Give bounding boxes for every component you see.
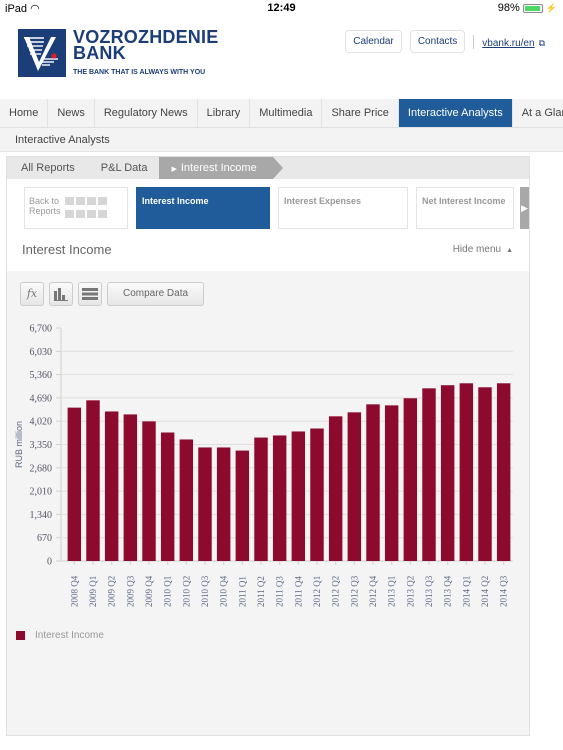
bar bbox=[216, 447, 231, 561]
nav-at-a-glance[interactable]: At a Glance bbox=[513, 99, 563, 127]
bar bbox=[459, 383, 474, 561]
bar bbox=[328, 416, 343, 561]
x-tick-label: 2014 Q2 bbox=[480, 576, 490, 607]
x-tick-label: 2009 Q2 bbox=[107, 576, 117, 607]
nav-news[interactable]: News bbox=[48, 99, 95, 127]
bar bbox=[440, 385, 455, 561]
divider bbox=[473, 34, 475, 49]
bar bbox=[67, 407, 82, 561]
nav-library[interactable]: Library bbox=[198, 99, 251, 127]
y-tick-label: 5,360 bbox=[30, 370, 53, 381]
bar bbox=[254, 437, 268, 561]
bar-chart: 0 670 1,340 2,010 2,680 3,350 4,020 4,690 5,360 6… bbox=[14, 324, 513, 607]
bar bbox=[104, 411, 119, 561]
brand-line-2: BANK bbox=[73, 43, 126, 63]
x-tick-label: 2010 Q3 bbox=[200, 575, 210, 607]
site-link-wrap[interactable]: vbank.ru/en ⧉ bbox=[482, 33, 545, 51]
y-tick-label: 1,340 bbox=[30, 510, 53, 521]
top-links: Calendar Contacts vbank.ru/en ⧉ bbox=[345, 30, 545, 53]
chart-legend: Interest Income bbox=[16, 630, 104, 641]
bar bbox=[272, 435, 287, 561]
y-tick-label: 670 bbox=[37, 533, 52, 544]
y-axis-label: RUB million bbox=[14, 421, 24, 468]
y-tick-label: 2,010 bbox=[30, 487, 53, 498]
bar bbox=[496, 383, 511, 561]
bar bbox=[478, 387, 492, 561]
bar bbox=[179, 439, 194, 561]
nav-regulatory-news[interactable]: Regulatory News bbox=[95, 99, 198, 127]
bar bbox=[142, 421, 156, 561]
y-tick-label: 6,700 bbox=[30, 324, 53, 335]
x-tick-label: 2009 Q1 bbox=[88, 576, 98, 607]
bar bbox=[123, 414, 138, 561]
nav-share-price[interactable]: Share Price bbox=[322, 99, 399, 127]
x-tick-label: 2012 Q2 bbox=[331, 576, 341, 607]
contacts-button[interactable]: Contacts bbox=[409, 30, 466, 53]
battery-percent: 98% bbox=[497, 2, 520, 14]
bar bbox=[291, 431, 306, 561]
clock: 12:49 bbox=[267, 2, 296, 14]
bar bbox=[384, 405, 399, 561]
nav-interactive-analysts[interactable]: Interactive Analysts bbox=[398, 99, 513, 127]
y-tick-label: 4,020 bbox=[30, 417, 53, 428]
report-panel: All Reports P&L Data ▶ Interest Income Ba… bbox=[6, 156, 530, 736]
bar bbox=[235, 450, 250, 561]
x-tick-label: 2012 Q1 bbox=[312, 576, 322, 607]
x-tick-label: 2013 Q4 bbox=[443, 575, 453, 607]
x-tick-label: 2013 Q2 bbox=[405, 576, 415, 607]
x-tick-label: 2011 Q4 bbox=[293, 576, 303, 607]
charging-icon: ⚡ bbox=[545, 2, 557, 13]
bar bbox=[86, 400, 100, 561]
x-tick-label: 2013 Q3 bbox=[424, 575, 434, 607]
external-link-icon: ⧉ bbox=[538, 37, 545, 48]
x-tick-label: 2010 Q4 bbox=[219, 575, 229, 607]
status-bar: iPad ◠ 12:49 98% ⚡ bbox=[0, 0, 563, 18]
main-nav: Home News Regulatory News Library Multim… bbox=[0, 99, 563, 128]
legend-swatch bbox=[16, 631, 25, 640]
y-tick-label: 4,690 bbox=[30, 393, 53, 404]
y-tick-label: 6,030 bbox=[30, 347, 53, 358]
subnav-interactive-analysts[interactable]: Interactive Analysts bbox=[0, 128, 563, 152]
bar bbox=[198, 447, 212, 561]
brand-name: VOZROZHDENIE BANK bbox=[73, 28, 218, 63]
x-tick-label: 2013 Q1 bbox=[387, 576, 397, 607]
bar bbox=[403, 398, 418, 561]
x-tick-label: 2009 Q4 bbox=[144, 575, 154, 607]
x-tick-label: 2012 Q4 bbox=[368, 575, 378, 607]
x-tick-label: 2014 Q1 bbox=[461, 576, 471, 607]
legend-label: Interest Income bbox=[35, 630, 104, 641]
nav-home[interactable]: Home bbox=[0, 99, 49, 127]
y-tick-label: 0 bbox=[47, 557, 52, 568]
x-tick-label: 2010 Q1 bbox=[163, 576, 173, 607]
x-tick-label: 2014 Q3 bbox=[499, 575, 509, 607]
x-tick-label: 2008 Q4 bbox=[69, 575, 79, 607]
x-tick-label: 2011 Q2 bbox=[256, 576, 266, 607]
x-tick-label: 2012 Q3 bbox=[349, 575, 359, 607]
nav-multimedia[interactable]: Multimedia bbox=[250, 99, 323, 127]
site-link[interactable]: vbank.ru/en bbox=[482, 38, 534, 49]
bar bbox=[422, 388, 436, 561]
x-tick-label: 2009 Q3 bbox=[125, 575, 135, 607]
tagline: THE BANK THAT IS ALWAYS WITH YOU bbox=[73, 69, 206, 76]
bar bbox=[160, 432, 175, 561]
bar bbox=[310, 428, 324, 561]
x-tick-label: 2011 Q3 bbox=[275, 576, 285, 607]
bar bbox=[366, 404, 380, 561]
y-tick-label: 2,680 bbox=[30, 463, 53, 474]
bank-logo[interactable] bbox=[18, 29, 66, 77]
calendar-button[interactable]: Calendar bbox=[345, 30, 402, 53]
battery-icon bbox=[522, 3, 543, 13]
bar bbox=[347, 412, 362, 561]
x-tick-label: 2010 Q2 bbox=[181, 576, 191, 607]
battery-status: 98% ⚡ bbox=[498, 2, 557, 14]
y-tick-label: 3,350 bbox=[30, 440, 53, 451]
x-tick-label: 2011 Q1 bbox=[237, 576, 247, 607]
